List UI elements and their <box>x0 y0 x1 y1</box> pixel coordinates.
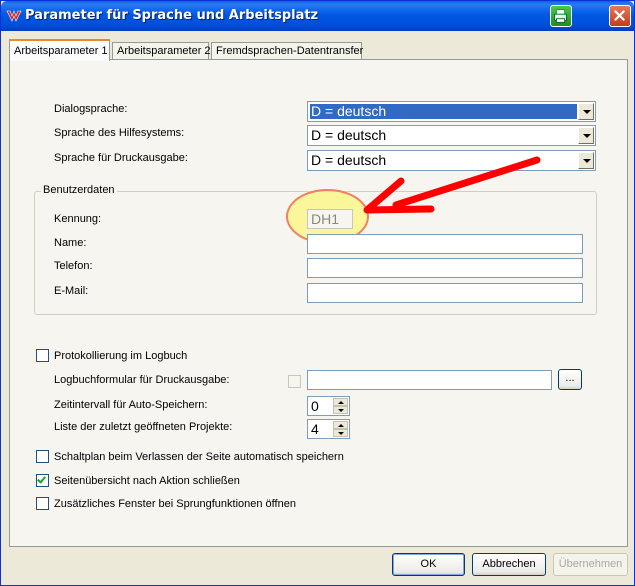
red-arrow-annotation <box>363 156 541 214</box>
browse-button[interactable]: ... <box>558 369 582 390</box>
spin-buttons[interactable] <box>333 398 348 414</box>
ok-button[interactable]: OK <box>392 553 465 576</box>
log-form-field[interactable] <box>307 370 552 390</box>
extra-window-checkbox[interactable] <box>36 497 49 510</box>
help-language-select[interactable]: D = deutsch <box>307 125 596 146</box>
protocol-checkbox[interactable] <box>36 349 49 362</box>
dropdown-arrow-button[interactable] <box>578 103 594 120</box>
dropdown-arrow-button[interactable] <box>578 152 594 169</box>
recent-projects-spinner[interactable]: 4 <box>307 419 350 439</box>
log-form-checkbox[interactable] <box>288 375 301 388</box>
extra-window-label: Zusätzliches Fenster bei Sprungfunktione… <box>54 498 296 510</box>
app-logo-icon <box>6 10 22 22</box>
spin-up-icon[interactable] <box>333 398 348 406</box>
dialog-language-label: Dialogsprache: <box>54 103 128 115</box>
printer-icon <box>554 9 567 23</box>
apply-button[interactable]: Übernehmen <box>553 553 628 576</box>
help-language-value: D = deutsch <box>311 127 387 143</box>
spin-down-icon[interactable] <box>333 429 348 437</box>
close-button[interactable] <box>609 5 631 27</box>
user-email-label: E-Mail: <box>54 285 89 297</box>
user-data-group-title: Benutzerdaten <box>41 184 117 196</box>
dialog-language-select[interactable]: D = deutsch <box>307 101 596 122</box>
tab-fremdsprachen-datentransfer[interactable]: Fremdsprachen-Datentransfer <box>211 42 363 60</box>
user-name-field[interactable] <box>307 234 583 254</box>
close-icon <box>614 10 625 21</box>
autosave-interval-spinner[interactable]: 0 <box>307 396 350 416</box>
close-overview-checkbox[interactable] <box>36 474 49 487</box>
log-form-label: Logbuchformular für Druckausgabe: <box>54 374 230 386</box>
protocol-label: Protokollierung im Logbuch <box>54 350 188 362</box>
tab-arbeitsparameter-1[interactable]: Arbeitsparameter 1 <box>9 39 110 61</box>
help-language-label: Sprache des Hilfesystems: <box>54 127 185 139</box>
cancel-button[interactable]: Abbrechen <box>472 553 546 576</box>
user-phone-field[interactable] <box>307 258 583 278</box>
chevron-down-icon <box>583 110 591 114</box>
recent-projects-value: 4 <box>311 421 319 437</box>
dialog-window: Parameter für Sprache und Arbeitsplatz A… <box>0 0 635 586</box>
user-phone-label: Telefon: <box>54 260 93 272</box>
checkmark-icon <box>37 474 46 484</box>
spin-up-icon[interactable] <box>333 421 348 429</box>
dropdown-arrow-button[interactable] <box>578 127 594 144</box>
close-overview-label: Seitenübersicht nach Aktion schließen <box>54 475 240 487</box>
autosave-interval-value: 0 <box>311 398 319 414</box>
user-email-field[interactable] <box>307 283 583 303</box>
save-on-leave-checkbox[interactable] <box>36 450 49 463</box>
save-on-leave-label: Schaltplan beim Verlassen der Seite auto… <box>54 451 344 463</box>
window-title: Parameter für Sprache und Arbeitsplatz <box>25 8 319 23</box>
user-id-field: DH1 <box>307 209 353 229</box>
chevron-down-icon <box>583 134 591 138</box>
user-name-label: Name: <box>54 237 87 249</box>
spin-buttons[interactable] <box>333 421 348 437</box>
autosave-interval-label: Zeitintervall für Auto-Speichern: <box>54 399 208 411</box>
tab-arbeitsparameter-2[interactable]: Arbeitsparameter 2 <box>112 42 211 60</box>
title-bar: Parameter für Sprache und Arbeitsplatz <box>1 1 634 31</box>
print-language-label: Sprache für Druckausgabe: <box>54 152 188 164</box>
user-id-label: Kennung: <box>54 213 102 225</box>
recent-projects-label: Liste der zuletzt geöffneten Projekte: <box>54 421 233 433</box>
dialog-language-value: D = deutsch <box>310 104 577 119</box>
print-button[interactable] <box>550 5 572 27</box>
user-id-value: DH1 <box>311 211 340 227</box>
chevron-down-icon <box>583 159 591 163</box>
spin-down-icon[interactable] <box>333 406 348 414</box>
